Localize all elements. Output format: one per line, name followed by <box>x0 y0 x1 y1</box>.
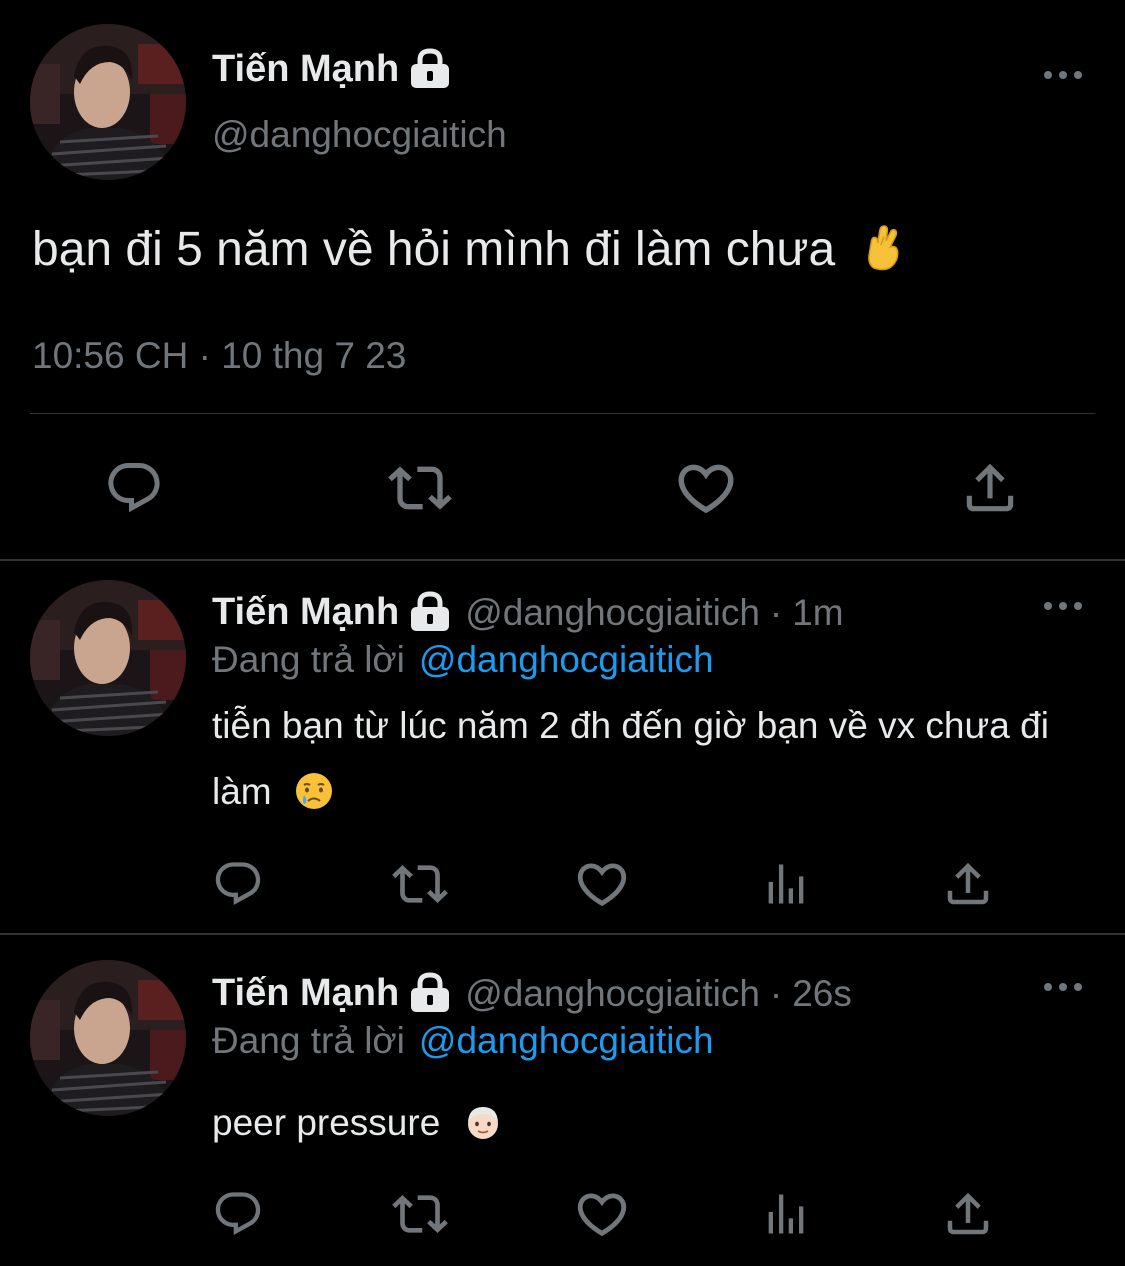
retweet-icon <box>388 456 452 520</box>
avatar[interactable] <box>30 580 186 736</box>
share-icon <box>941 1187 995 1241</box>
retweet-icon <box>392 856 448 912</box>
like-button[interactable] <box>672 456 740 520</box>
avatar[interactable] <box>30 960 186 1116</box>
like-button[interactable] <box>572 1186 632 1242</box>
crossed-fingers-icon <box>863 222 905 272</box>
replying-to: Đang trả lời @danghocgiaitich <box>212 1020 714 1061</box>
like-icon <box>573 1185 631 1243</box>
share-button[interactable] <box>938 856 998 912</box>
tweet-timestamp[interactable]: 10:56 CH · 10 thg 7 23 <box>32 337 406 374</box>
retweet-button[interactable] <box>390 856 450 912</box>
tweet-text: tiễn bạn từ lúc năm 2 đh đến giờ bạn về … <box>212 705 1049 812</box>
author-handle: @danghocgiaitich <box>465 591 760 633</box>
lock-icon <box>409 591 451 633</box>
views-button[interactable] <box>756 1186 816 1242</box>
author-handle[interactable]: @danghocgiaitich <box>212 116 507 153</box>
tweet-time: 26s <box>792 972 852 1014</box>
more-options-icon[interactable] <box>1043 981 1083 993</box>
reply-icon <box>212 1188 264 1240</box>
reply-button[interactable] <box>100 456 168 520</box>
author-name[interactable]: Tiến Mạnh <box>212 48 451 90</box>
divider <box>30 413 1095 414</box>
share-icon <box>959 457 1021 519</box>
share-button[interactable] <box>956 456 1024 520</box>
more-options-icon[interactable] <box>1043 69 1083 81</box>
divider <box>0 933 1125 935</box>
reply-icon <box>104 458 164 518</box>
author-name[interactable]: Tiến Mạnh @danghocgiaitich · 26s <box>212 972 852 1014</box>
like-button[interactable] <box>572 856 632 912</box>
divider <box>0 559 1125 561</box>
older-person-icon <box>463 1102 503 1142</box>
mention-link[interactable]: @danghocgiaitich <box>419 1020 714 1061</box>
views-button[interactable] <box>756 856 816 912</box>
share-icon <box>941 857 995 911</box>
crying-face-icon <box>294 771 334 811</box>
author-name[interactable]: Tiến Mạnh @danghocgiaitich · 1m <box>212 591 844 633</box>
lock-icon <box>409 48 451 90</box>
retweet-icon <box>392 1186 448 1242</box>
reply-button[interactable] <box>208 856 268 912</box>
avatar[interactable] <box>30 24 186 180</box>
like-icon <box>673 455 739 521</box>
like-icon <box>573 855 631 913</box>
mention-link[interactable]: @danghocgiaitich <box>419 639 714 680</box>
retweet-button[interactable] <box>386 456 454 520</box>
retweet-button[interactable] <box>390 1186 450 1242</box>
tweet-text: peer pressure <box>212 1090 1092 1156</box>
replying-to: Đang trả lời @danghocgiaitich <box>212 639 714 680</box>
views-icon <box>760 858 812 910</box>
more-options-icon[interactable] <box>1043 600 1083 612</box>
share-button[interactable] <box>938 1186 998 1242</box>
views-icon <box>760 1188 812 1240</box>
tweet-time: 1m <box>792 591 844 633</box>
author-handle: @danghocgiaitich <box>465 972 760 1014</box>
reply-button[interactable] <box>208 1186 268 1242</box>
lock-icon <box>409 972 451 1014</box>
reply-icon <box>212 858 264 910</box>
tweet-text: bạn đi 5 năm về hỏi mình đi làm chưa <box>32 226 905 274</box>
